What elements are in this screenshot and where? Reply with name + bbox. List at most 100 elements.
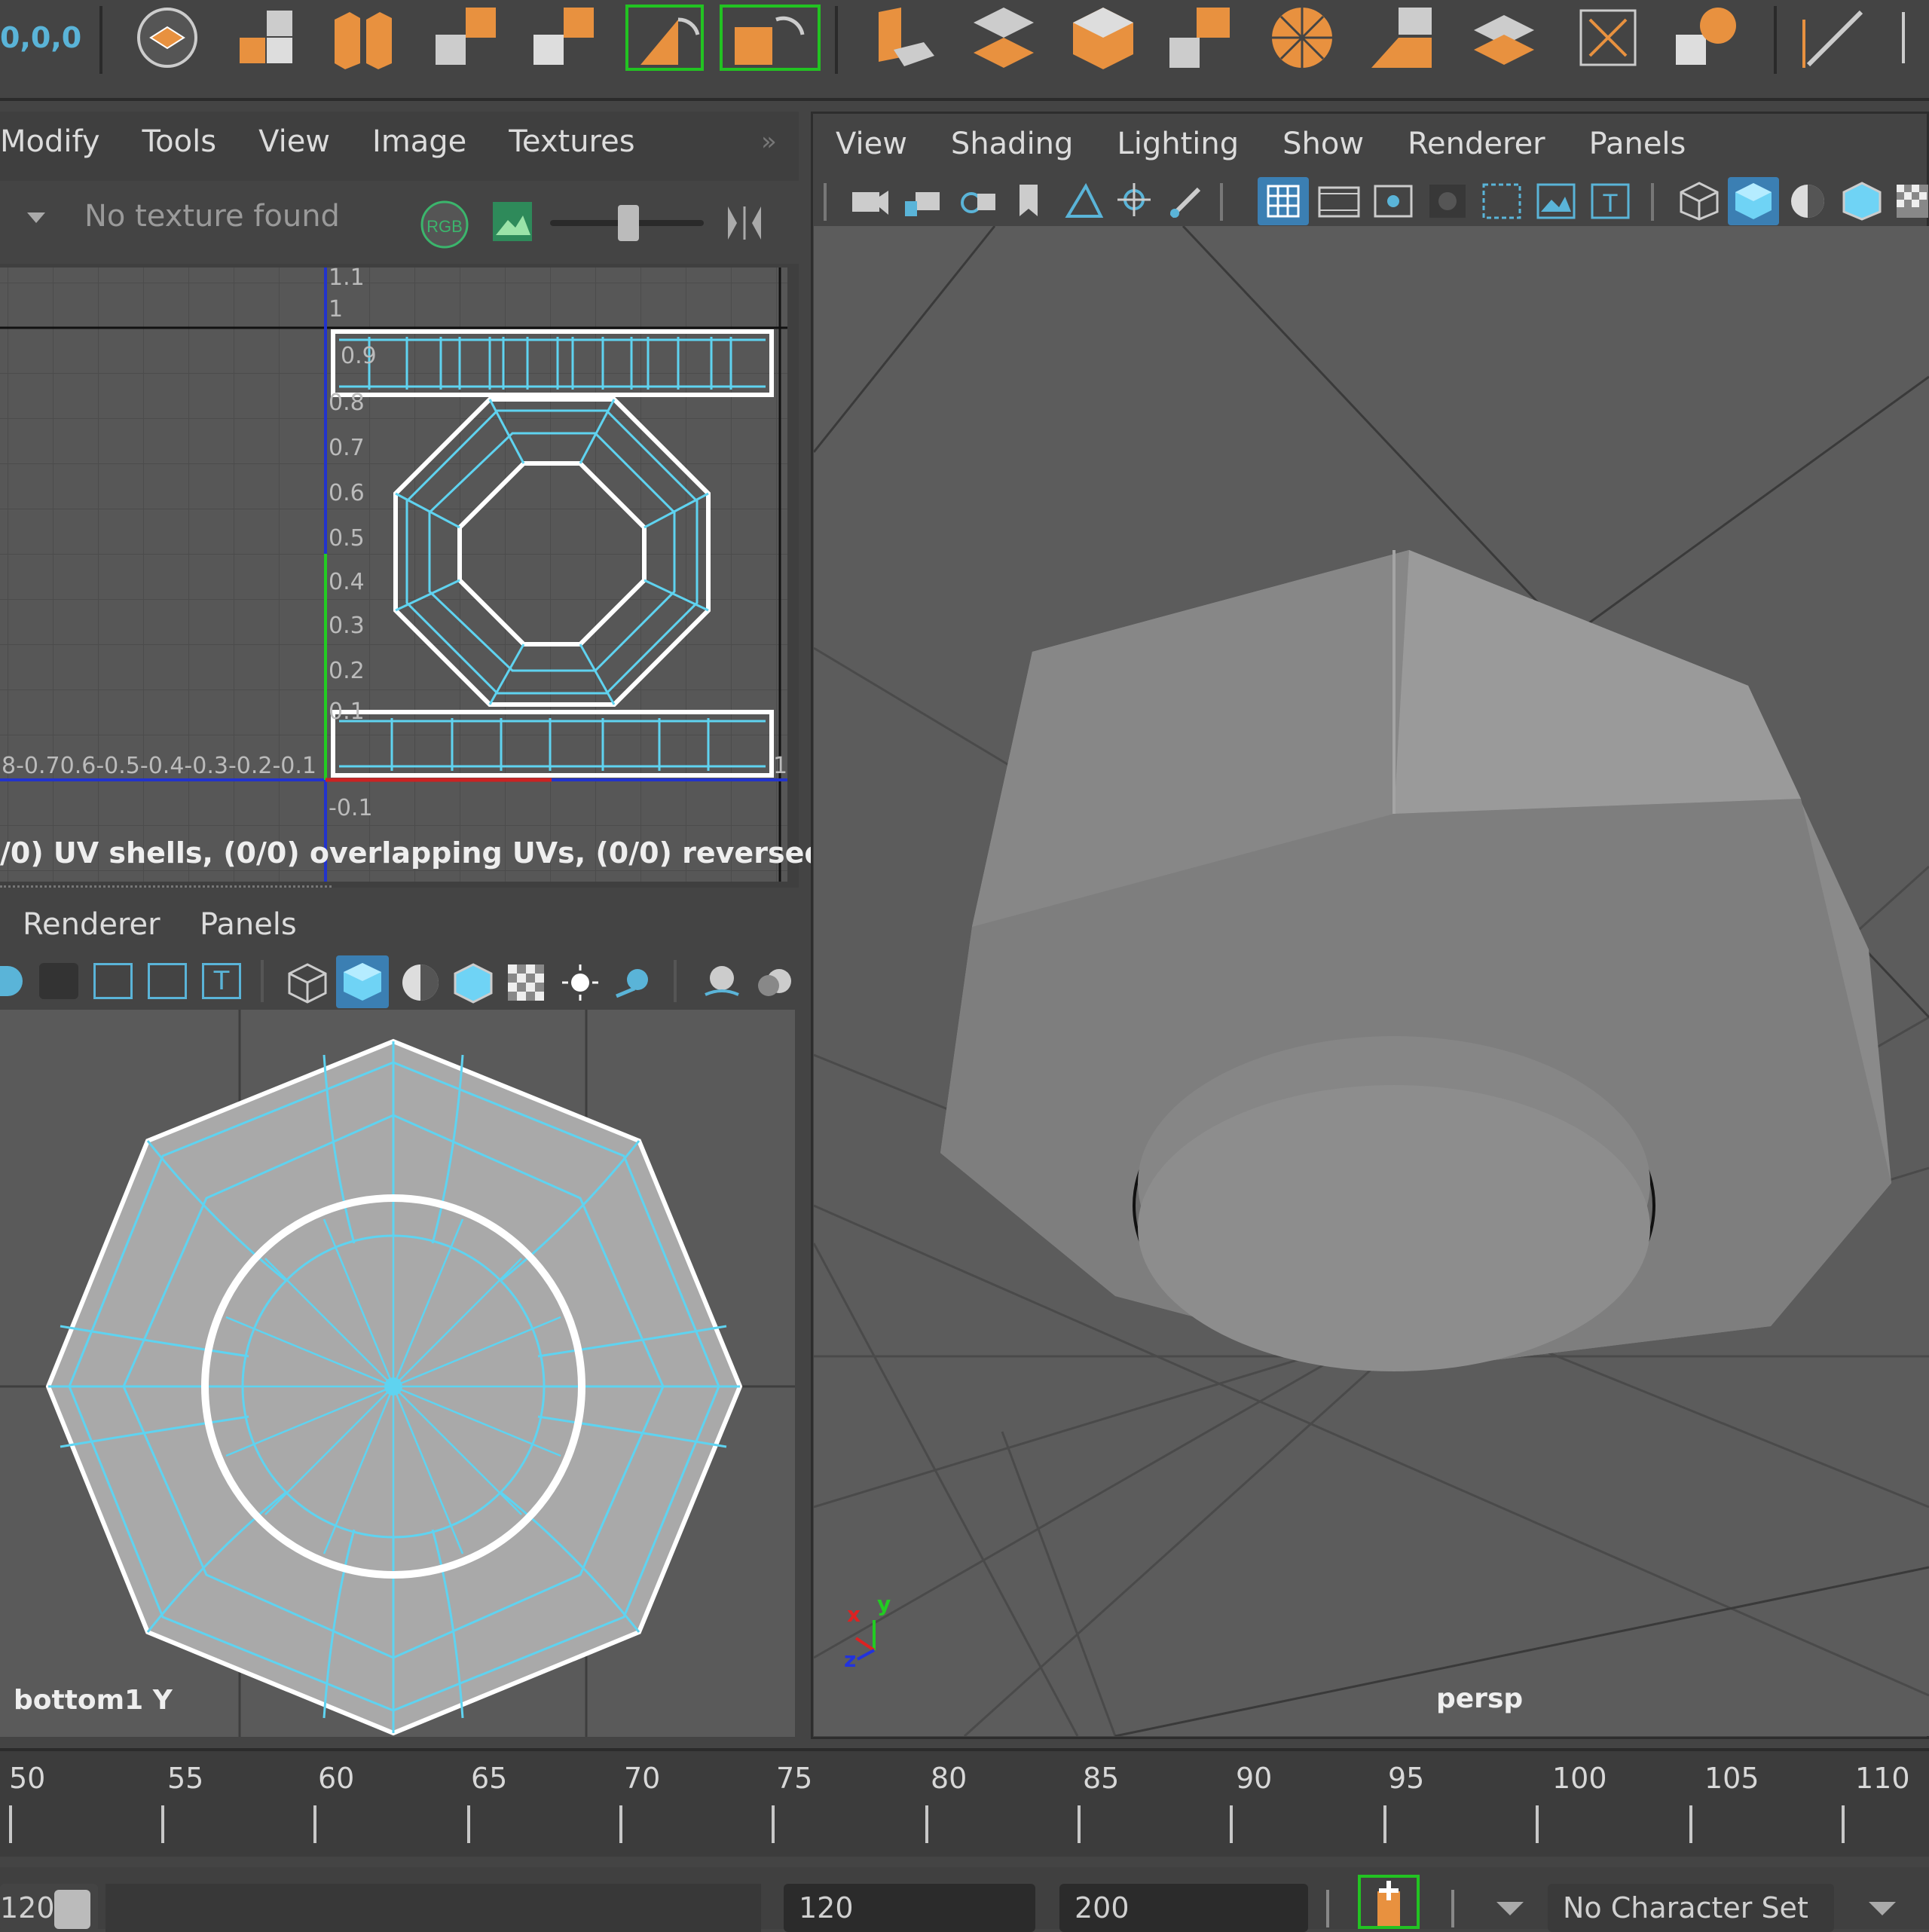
ambient-occlusion-icon[interactable]: [701, 961, 743, 1004]
menu-modify[interactable]: Modify: [0, 124, 100, 159]
range-slider-handle[interactable]: [54, 1890, 90, 1929]
end-time-field[interactable]: 120: [784, 1884, 1035, 1932]
wireframe-icon[interactable]: [1678, 182, 1720, 221]
persp-viewport[interactable]: x y z persp: [814, 226, 1929, 1736]
timeline-tick: [9, 1805, 12, 1843]
bottom-viewport-menubar: Renderer Panels: [0, 897, 799, 957]
poly-blocks-icon[interactable]: [234, 5, 300, 71]
planar-map-icon[interactable]: [871, 5, 937, 71]
normalize-uv-icon[interactable]: [1575, 5, 1641, 71]
default-material-icon[interactable]: [1787, 182, 1829, 221]
timeline-tick: [1078, 1805, 1081, 1843]
step-icon[interactable]: [722, 200, 767, 246]
character-set-dropdown-icon[interactable]: [1869, 1902, 1896, 1915]
grease-pencil-icon[interactable]: [1166, 182, 1208, 221]
axis-y-label: y: [877, 1591, 891, 1616]
mesh-grid-icon[interactable]: [530, 5, 597, 71]
cut-tool-icon[interactable]: [1801, 5, 1867, 71]
bookmark-icon[interactable]: [1013, 182, 1044, 221]
menu-shading[interactable]: Shading: [951, 127, 1074, 161]
range-slider-track[interactable]: [105, 1884, 761, 1932]
tick-label: 70: [624, 1762, 661, 1795]
persp-camera-label: persp: [1436, 1683, 1524, 1714]
overflow-icon[interactable]: [1899, 5, 1929, 71]
xray-icon[interactable]: [0, 966, 23, 996]
menu-view[interactable]: View: [258, 124, 330, 159]
character-set-field[interactable]: No Character Set: [1548, 1884, 1834, 1932]
menu-renderer[interactable]: Renderer: [1408, 127, 1545, 161]
menu-renderer[interactable]: Renderer: [23, 907, 160, 942]
panel-divider: [0, 885, 332, 891]
exposure-slider-handle[interactable]: [618, 205, 639, 241]
camera-attributes-icon[interactable]: [956, 182, 998, 221]
menu-image[interactable]: Image: [372, 124, 466, 159]
shadows-icon[interactable]: [39, 963, 78, 999]
rotate-uv-grid-icon[interactable]: [720, 5, 821, 71]
lights-icon[interactable]: [559, 961, 601, 1004]
uv-axis-label: -0.1: [329, 795, 373, 821]
textured-icon[interactable]: [1894, 182, 1928, 221]
menu-overflow-icon[interactable]: »: [761, 127, 777, 157]
camera-select-icon[interactable]: [848, 182, 890, 221]
wireframe-shaded-icon[interactable]: [452, 961, 494, 1004]
smooth-shade-toggle[interactable]: [1728, 177, 1779, 225]
timeline-tick: [1383, 1805, 1386, 1843]
layer-sphere-icon[interactable]: [134, 5, 200, 71]
textured-icon[interactable]: [505, 961, 547, 1004]
film-gate-icon[interactable]: [1316, 182, 1362, 221]
grid-icon[interactable]: [93, 963, 133, 999]
camera-lock-icon[interactable]: [902, 182, 944, 221]
menu-textures[interactable]: Textures: [509, 124, 634, 159]
menu-show[interactable]: Show: [1282, 127, 1364, 161]
auto-key-button[interactable]: [1358, 1875, 1420, 1929]
image-plane-icon[interactable]: [1063, 182, 1105, 221]
menu-panels[interactable]: Panels: [1589, 127, 1686, 161]
dropdown-arrow-icon[interactable]: [27, 212, 45, 223]
rgb-channel-icon[interactable]: RGB: [419, 199, 470, 250]
texture-field[interactable]: No texture found: [84, 199, 340, 234]
smooth-shade-toggle[interactable]: [336, 955, 389, 1008]
2d-pan-zoom-icon[interactable]: [1114, 182, 1157, 221]
uv-axis-label: 0.3: [329, 613, 365, 639]
toolbar-separator: [1220, 183, 1223, 221]
image-plane-icon[interactable]: [148, 963, 187, 999]
safe-title-icon[interactable]: T: [1589, 182, 1631, 221]
cut-uv-icon[interactable]: [1166, 5, 1233, 71]
menu-panels[interactable]: Panels: [200, 907, 297, 942]
shadow-light-icon[interactable]: [612, 961, 654, 1004]
time-slider[interactable]: 50 55 60 65 70 75 80 85 90 95 100 105 11…: [0, 1748, 1929, 1857]
gate-mask-icon[interactable]: [1426, 182, 1469, 221]
max-time-field[interactable]: 200: [1059, 1884, 1308, 1932]
image-display-icon[interactable]: [490, 199, 535, 244]
tick-label: 80: [931, 1762, 968, 1795]
menu-tools[interactable]: Tools: [142, 124, 217, 159]
grid-toggle[interactable]: [1258, 177, 1309, 225]
uv-axis-label: 0.5: [329, 525, 365, 552]
uv-canvas[interactable]: 1.1 1 0.9 0.8 0.7 0.6 0.5 0.4 0.3 0.2 0.…: [0, 267, 787, 882]
shelf-toolbar: 0,0,0: [0, 0, 1929, 101]
tick-label: 100: [1552, 1762, 1607, 1795]
svg-text:T: T: [1603, 189, 1619, 218]
resolution-gate-icon[interactable]: [1372, 182, 1414, 221]
wireframe-icon[interactable]: [286, 961, 329, 1004]
menu-lighting[interactable]: Lighting: [1117, 127, 1239, 161]
safe-action-icon[interactable]: [1535, 182, 1577, 221]
motion-blur-icon[interactable]: [754, 961, 796, 1004]
sew-uv-icon[interactable]: [1368, 5, 1435, 71]
default-material-icon[interactable]: [399, 961, 442, 1004]
subdivide-grid-icon[interactable]: [433, 5, 499, 71]
key-options-dropdown-icon[interactable]: [1496, 1902, 1524, 1915]
uv-axis-label: 0.2: [329, 658, 365, 684]
menu-view[interactable]: View: [836, 127, 907, 161]
field-chart-icon[interactable]: [1481, 182, 1523, 221]
extrude-icon[interactable]: [330, 5, 396, 71]
texel-density-icon[interactable]: [1673, 5, 1739, 71]
text-icon[interactable]: T: [202, 963, 241, 999]
bottom-viewport[interactable]: bottom1 Y: [0, 1010, 795, 1737]
spherical-map-icon[interactable]: [1269, 5, 1335, 71]
unfold-icon[interactable]: [971, 5, 1037, 71]
rotate-uv-icon[interactable]: [625, 5, 708, 71]
wireframe-shaded-icon[interactable]: [1841, 182, 1883, 221]
layout-uv-icon[interactable]: [1471, 5, 1537, 71]
cube-map-icon[interactable]: [1070, 5, 1136, 71]
